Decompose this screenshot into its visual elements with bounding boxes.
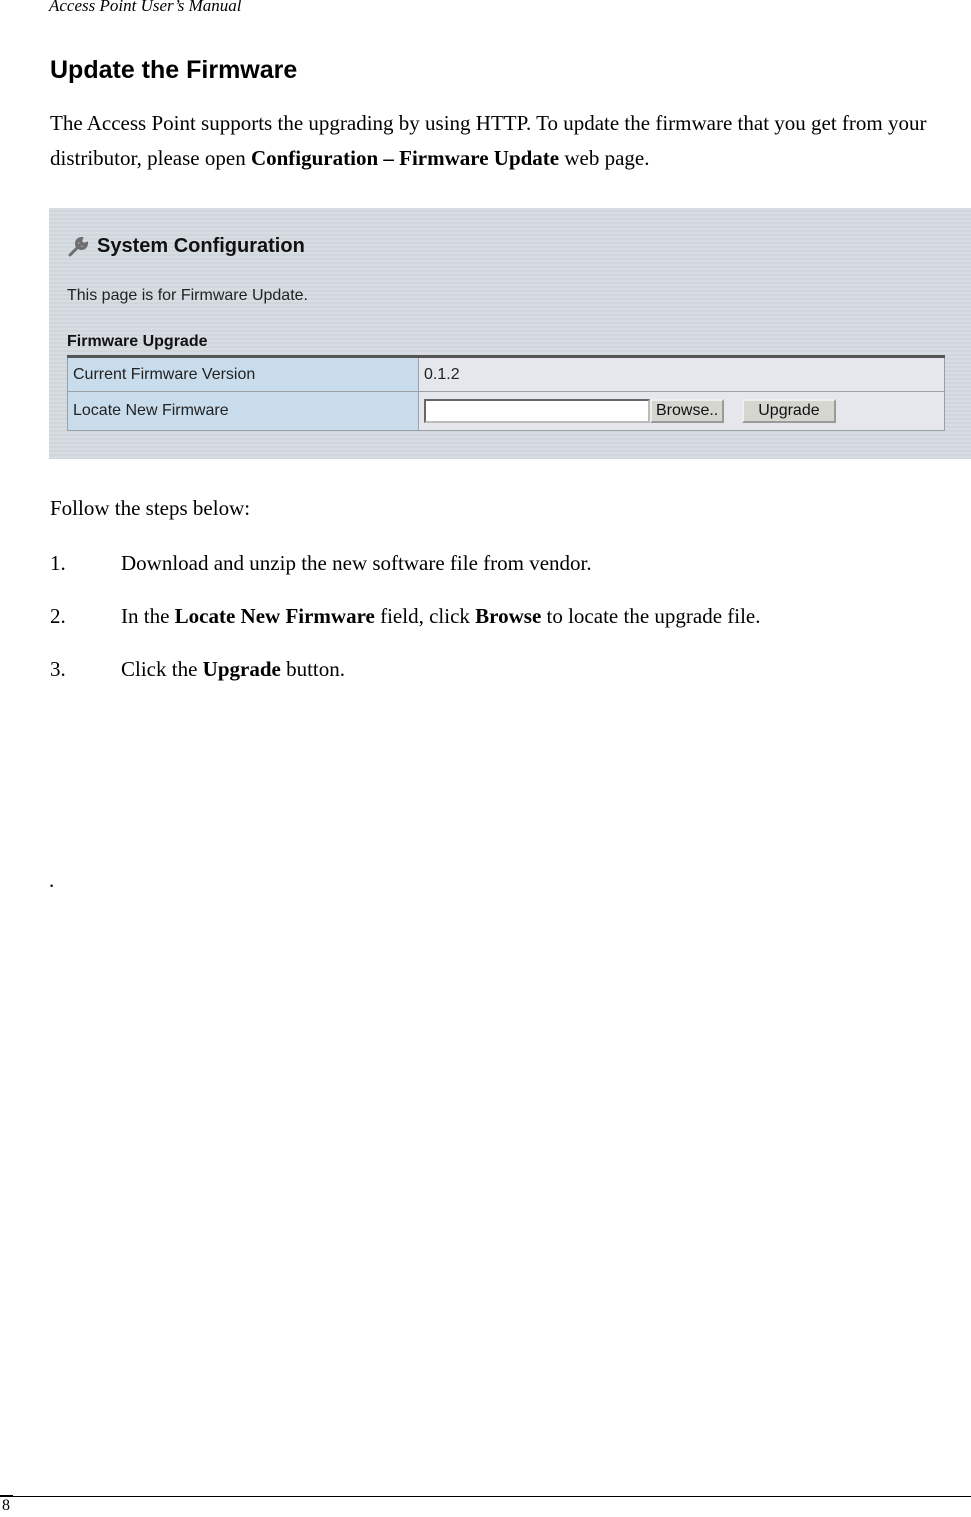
intro-paragraph: The Access Point supports the upgrading … xyxy=(50,106,965,176)
footer-rule xyxy=(0,1496,971,1497)
firmware-upgrade-heading: Firmware Upgrade xyxy=(67,333,208,350)
screenshot-title: System Configuration xyxy=(67,234,305,258)
steps-list: 1. Download and unzip the new software fi… xyxy=(50,548,761,707)
running-header: Access Point User’s Manual xyxy=(49,0,242,15)
step-text: field, click xyxy=(374,604,476,628)
screenshot-title-text: System Configuration xyxy=(97,234,305,257)
firmware-screenshot: System Configuration This page is for Fi… xyxy=(49,208,971,459)
step-number: 1. xyxy=(50,551,66,575)
step-text: to locate the upgrade file. xyxy=(541,604,761,628)
step-bold: Upgrade xyxy=(202,657,281,681)
firmware-file-input[interactable] xyxy=(424,399,650,423)
page-number: 8 xyxy=(2,1497,10,1514)
step-number: 2. xyxy=(50,604,66,628)
step-bold: Locate New Firmware xyxy=(174,604,375,628)
locate-firmware-label: Locate New Firmware xyxy=(67,391,419,431)
table-row: Locate New Firmware Browse.. Upgrade xyxy=(67,391,945,431)
steps-intro: Follow the steps below: xyxy=(50,496,251,520)
section-title: Update the Firmware xyxy=(50,56,298,84)
intro-bold-page-name: Configuration – Firmware Update xyxy=(250,146,560,170)
step-number: 3. xyxy=(50,657,66,681)
step-text: button. xyxy=(280,657,345,681)
step-bold: Browse xyxy=(475,604,542,628)
step-text: Click the xyxy=(121,657,203,681)
wrench-icon xyxy=(68,236,89,257)
current-version-value: 0.1.2 xyxy=(418,356,945,392)
screenshot-description: This page is for Firmware Update. xyxy=(67,287,308,304)
upgrade-button[interactable]: Upgrade xyxy=(742,399,836,423)
table-row: Current Firmware Version 0.1.2 xyxy=(67,356,945,392)
firmware-table: Current Firmware Version 0.1.2 Locate Ne… xyxy=(67,355,945,431)
step-text: In the xyxy=(121,604,175,628)
locate-firmware-cell: Browse.. Upgrade xyxy=(418,391,945,431)
intro-text-end: web page. xyxy=(559,146,650,170)
step-item: 1. Download and unzip the new software fi… xyxy=(50,548,761,601)
current-version-label: Current Firmware Version xyxy=(67,356,419,392)
browse-button[interactable]: Browse.. xyxy=(650,399,725,423)
step-item: 3. Click the Upgrade button. xyxy=(50,654,761,707)
step-text: Download and unzip the new software file… xyxy=(121,551,592,575)
step-item: 2. In the Locate New Firmware field, clic… xyxy=(50,601,761,654)
stray-period: . xyxy=(49,868,55,892)
